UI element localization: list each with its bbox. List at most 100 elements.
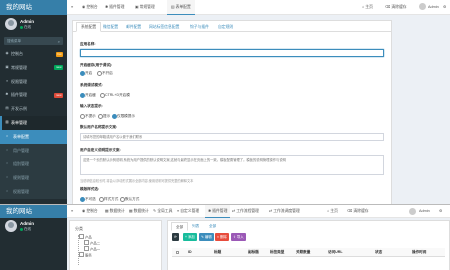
sidebar-subitem-users[interactable]: ○ 用户管理 bbox=[0, 144, 67, 158]
form-tabs: 系统配置 微信配置 邮件配置 网站标签信息配置 钩子与插件 自定规则 bbox=[73, 21, 391, 32]
site-name-input[interactable] bbox=[80, 49, 384, 57]
add-button[interactable]: +添加 bbox=[183, 233, 197, 241]
home-link[interactable]: ⌂主页 bbox=[362, 0, 373, 15]
tab-workflow-schedule[interactable]: ⇄工作流调度管理 bbox=[269, 205, 300, 218]
display-limit-radio[interactable]: 仅限模提示 bbox=[112, 113, 135, 120]
tab-form-config[interactable]: ▥表单配置 bbox=[167, 0, 195, 15]
tree-node[interactable]: 产品二 bbox=[84, 240, 100, 246]
column-count[interactable]: 关联数量 bbox=[296, 248, 310, 257]
sidebar-subitem-auth[interactable]: ○ 权限管理 bbox=[0, 185, 67, 199]
tab-label: 插件管理 bbox=[109, 5, 125, 9]
menu-toggle-icon[interactable]: ≡ bbox=[71, 205, 77, 218]
import-button[interactable]: ⇧导入 bbox=[231, 233, 246, 241]
user-panel: Admin 在线 bbox=[0, 15, 67, 36]
user-avatar[interactable] bbox=[419, 3, 426, 10]
sidebar-item-dashboard[interactable]: ◉ 控制台 hot bbox=[0, 47, 67, 61]
cache-on-radio[interactable]: 开启 bbox=[80, 70, 92, 77]
style-default-radio[interactable]: 默认方式 bbox=[120, 196, 139, 203]
display-show-radio[interactable]: 提示 bbox=[98, 113, 110, 120]
grid-tab-all[interactable]: 全部 bbox=[171, 222, 189, 231]
clear-cache-button[interactable]: ⌫清除缓存 bbox=[347, 205, 369, 218]
display-none-radio[interactable]: 不提示 bbox=[80, 113, 96, 120]
user-menu[interactable]: Admin bbox=[428, 0, 439, 15]
tab-addon[interactable]: ✱插件管理 bbox=[205, 205, 231, 218]
tab-workflow[interactable]: ⇄工作流程管理 bbox=[232, 205, 259, 218]
site-logo[interactable]: 我的网站 bbox=[0, 205, 67, 218]
tab-label: 常规管理 bbox=[139, 5, 155, 9]
tab-stats[interactable]: ▦数据统计 bbox=[105, 205, 125, 218]
user-avatar[interactable] bbox=[409, 208, 416, 215]
column-time[interactable]: 操作时间 bbox=[412, 248, 426, 257]
menu-toggle-icon[interactable]: ≡ bbox=[71, 0, 77, 15]
tab-system-config[interactable]: 系统配置 bbox=[76, 22, 102, 32]
tab-general[interactable]: ▣常规管理 bbox=[135, 0, 155, 15]
sidebar-item-addon[interactable]: ✱ 插件管理 new bbox=[0, 88, 67, 102]
tab-hooks[interactable]: 钩子与插件 bbox=[190, 23, 209, 32]
tab-site-tag-config[interactable]: 网站标签信息配置 bbox=[149, 23, 179, 32]
select-all-checkbox[interactable] bbox=[176, 251, 179, 254]
tab-addon[interactable]: ✱插件管理 bbox=[105, 0, 124, 15]
tab-dashboard[interactable]: ◉控制台 bbox=[82, 205, 98, 218]
tab-mail-config[interactable]: 邮件配置 bbox=[126, 23, 141, 32]
cache-off-radio[interactable]: 不开启 bbox=[97, 70, 113, 77]
tree-node[interactable]: 产品一 bbox=[84, 246, 100, 252]
cache-label: 开启缓存(用于调试): bbox=[80, 63, 113, 67]
sidebar-search-input[interactable]: 搜索菜单 ⌕ bbox=[4, 37, 63, 45]
tab-custom-rules[interactable]: 自定规则 bbox=[218, 23, 233, 32]
grid-tab-list[interactable]: 列表 bbox=[192, 222, 199, 231]
delete-button[interactable]: ×删除 bbox=[215, 233, 229, 241]
column-status[interactable]: 状态 bbox=[375, 248, 382, 257]
tab-label: 全局工具 bbox=[157, 209, 173, 213]
search-icon[interactable]: ⌕ bbox=[58, 38, 60, 46]
tab-wechat-config[interactable]: 微信配置 bbox=[103, 23, 118, 32]
placeholder-input[interactable]: 请填写您的邮箱或用户名以便于我们联系 bbox=[80, 133, 384, 141]
sidebar-item-general[interactable]: ▣ 常规管理 new bbox=[0, 61, 67, 75]
sidebar-subitem-label: 权限管理 bbox=[13, 188, 29, 194]
column-tag-type[interactable]: 标签类型 bbox=[270, 248, 284, 257]
site-logo[interactable]: 我的网站 bbox=[0, 0, 67, 15]
column-url[interactable]: 访问URL bbox=[328, 248, 343, 257]
sidebar-item-form[interactable]: ▥ 表单管理 bbox=[0, 115, 67, 130]
sidebar-subitem-form-config[interactable]: ○ 表单配置 bbox=[0, 129, 67, 144]
grid-tab-all-2[interactable]: 全部 bbox=[209, 222, 216, 231]
settings-icon[interactable]: ⚙ bbox=[439, 205, 442, 218]
sidebar: 我的网站 Admin 在线 搜索菜单 ⌕ ◉ 控制台 hot ▣ 常规管理 new ≡ 权限… bbox=[0, 0, 67, 204]
style-none-radio[interactable]: 不可选 bbox=[80, 196, 96, 203]
style-mode-radio[interactable]: 样式方式 bbox=[99, 196, 118, 203]
tab-stats-2[interactable]: ▦数据统计 bbox=[129, 205, 149, 218]
online-dot-icon bbox=[20, 25, 23, 29]
sidebar-subitem-rules[interactable]: ○ 规则管理 bbox=[0, 171, 67, 185]
sidebar-submenu: ○ 表单配置 ○ 用户管理 ○ 组别管理 ○ 规则管理 ○ 权限管理 bbox=[0, 129, 67, 199]
tab-dashboard[interactable]: ◉控制台 bbox=[82, 0, 98, 15]
chart-icon: ▦ bbox=[129, 209, 133, 213]
edit-button[interactable]: ✎编辑 bbox=[199, 233, 214, 241]
category-list-screen: 我的网站 Admin 在线 ≡ ◉控制台 ▦数据统计 ▦数据统计 ✎全局工具 ≡… bbox=[0, 204, 450, 270]
tab-tools[interactable]: ✎全局工具 bbox=[153, 205, 172, 218]
sidebar-subitem-label: 表单配置 bbox=[13, 133, 29, 139]
home-link[interactable]: ⌂主页 bbox=[327, 205, 338, 218]
column-title[interactable]: 标题 bbox=[214, 248, 221, 257]
column-id[interactable]: ID bbox=[188, 248, 192, 257]
sidebar-item-example[interactable]: ▤ 开发示例 bbox=[0, 102, 67, 116]
cube-icon: ▣ bbox=[135, 5, 139, 9]
tab-custom[interactable]: ≡自定义管理 bbox=[177, 205, 199, 218]
home-label: 主页 bbox=[330, 209, 338, 213]
sidebar-subitem-groups[interactable]: ○ 组别管理 bbox=[0, 157, 67, 171]
sidebar-subitem-label: 规则管理 bbox=[13, 175, 29, 181]
site-name-label: 应用名称: bbox=[80, 42, 96, 46]
sidebar-item-auth[interactable]: ≡ 权限管理 bbox=[0, 75, 67, 89]
dashboard-icon: ◉ bbox=[5, 51, 9, 55]
column-subtitle[interactable]: 副标题 bbox=[248, 248, 259, 257]
trash-icon: ⌫ bbox=[385, 5, 391, 9]
clear-cache-button[interactable]: ⌫清除缓存 bbox=[385, 0, 407, 15]
description-textarea[interactable]: 这是一个长的默认示例说明,系统为用户提供的默认说明文案,这就与最终显示在页面上的… bbox=[80, 155, 384, 175]
circle-icon: ○ bbox=[5, 188, 9, 193]
debug-ctrl-radio[interactable]: CTRL+D开启模 bbox=[100, 92, 130, 99]
tree-node[interactable]: 服务 bbox=[79, 252, 92, 258]
cube-icon: ▣ bbox=[5, 64, 9, 69]
refresh-button[interactable]: ⟳ bbox=[172, 233, 179, 241]
tree-node[interactable]: 产品 bbox=[79, 234, 92, 240]
user-menu[interactable]: Admin bbox=[419, 205, 430, 218]
debug-on-radio[interactable]: 开启缓 bbox=[80, 92, 96, 99]
settings-icon[interactable]: ⚙ bbox=[443, 0, 446, 15]
